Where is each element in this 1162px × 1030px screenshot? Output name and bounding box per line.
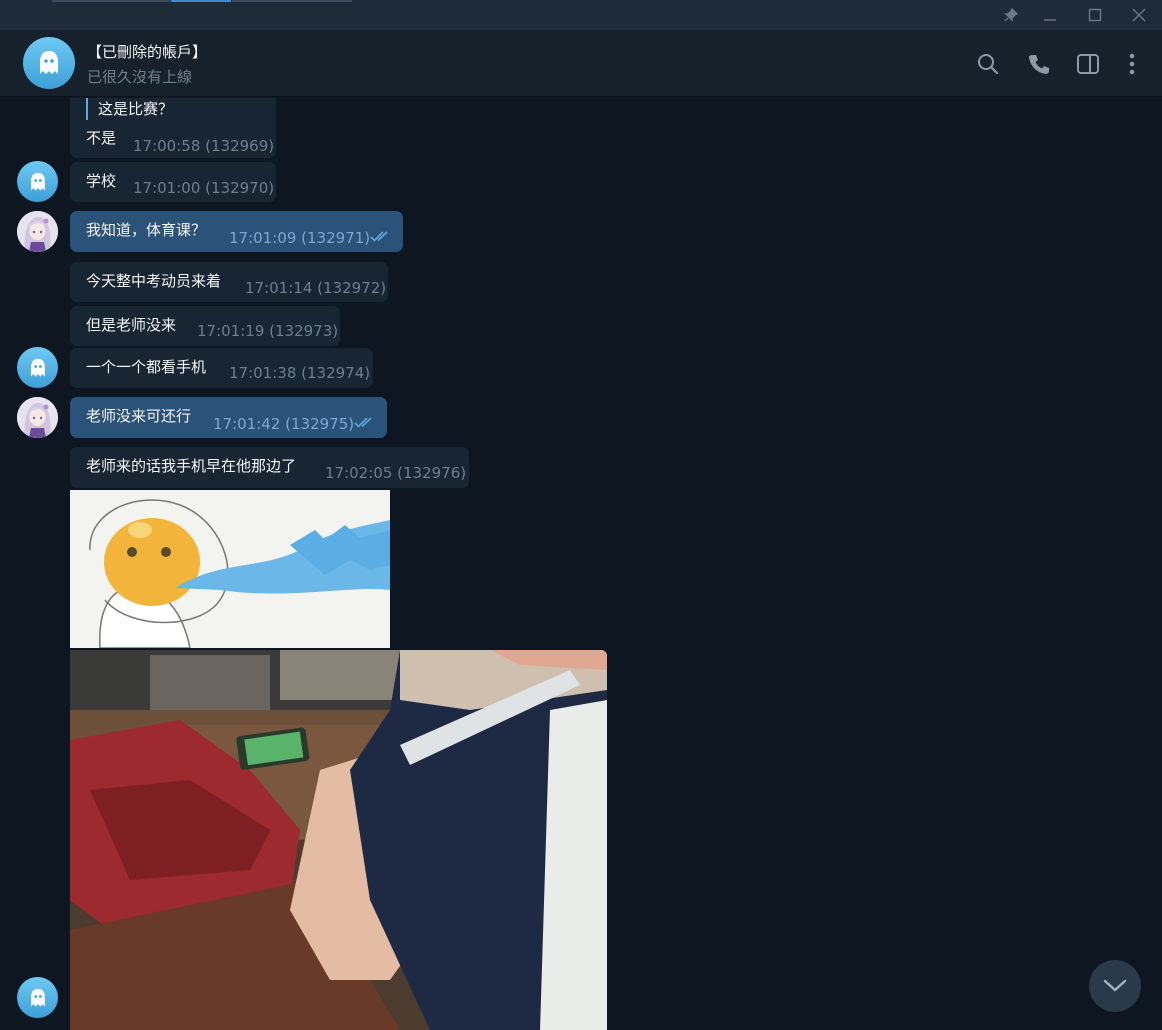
message-list[interactable]: 这是比赛？ 不是 17:00:58 (132969) 学校 17:01:00 (… <box>0 98 1162 1030</box>
sender-avatar[interactable] <box>17 977 58 1018</box>
window-title-bar <box>0 0 1162 30</box>
message-time: 17:01:09 (132971) <box>229 229 371 247</box>
chat-avatar[interactable] <box>23 37 75 89</box>
message-time: 17:00:58 (132969) <box>133 137 275 155</box>
minimize-icon[interactable] <box>1028 0 1072 30</box>
reply-quote-bar <box>86 98 88 120</box>
search-icon[interactable] <box>971 47 1005 81</box>
tab-indicator-active <box>171 0 231 2</box>
message-time: 17:01:19 (132973) <box>197 322 339 340</box>
message-text: 一个一个都看手机 <box>86 358 207 376</box>
message-bubble[interactable]: 学校 17:01:00 (132970) <box>70 162 276 202</box>
ghost-icon <box>30 988 45 1006</box>
message-time: 17:01:42 (132975) <box>213 415 355 433</box>
read-receipt-icon <box>370 231 388 242</box>
message-text: 不是 <box>86 129 117 147</box>
reply-quote-text[interactable]: 这是比赛？ <box>98 99 173 119</box>
read-receipt-icon <box>354 417 372 428</box>
sidebar-toggle-icon[interactable] <box>1071 47 1105 81</box>
message-text: 但是老师没来 <box>86 316 177 334</box>
chevron-down-icon <box>1103 979 1127 992</box>
sender-avatar[interactable] <box>17 347 58 388</box>
message-bubble[interactable]: 但是老师没来 17:01:19 (132973) <box>70 306 340 346</box>
message-bubble[interactable]: 老师来的话我手机早在他那边了 17:02:05 (132976) <box>70 447 469 488</box>
photo-image[interactable] <box>70 650 607 1030</box>
tab-indicator <box>232 0 352 2</box>
message-text: 老师没来可还行 <box>86 407 192 425</box>
pin-icon[interactable] <box>989 0 1033 30</box>
message-bubble[interactable]: 这是比赛？ 不是 17:00:58 (132969) <box>70 98 276 158</box>
message-time: 17:01:00 (132970) <box>133 179 275 197</box>
phone-icon[interactable] <box>1022 47 1056 81</box>
chat-title[interactable]: 【已刪除的帳戶】 <box>87 41 207 62</box>
close-icon[interactable] <box>1117 0 1161 30</box>
message-text: 我知道，体育课？ <box>86 221 207 239</box>
message-time: 17:01:14 (132972) <box>245 279 387 297</box>
tab-indicator <box>52 0 170 2</box>
message-time: 17:02:05 (132976) <box>325 464 467 482</box>
my-avatar[interactable] <box>17 397 58 438</box>
scroll-to-bottom-button[interactable] <box>1089 960 1141 1012</box>
sender-avatar[interactable] <box>17 161 58 202</box>
message-text: 今天整中考动员来着 <box>86 272 222 290</box>
chat-status: 已很久沒有上線 <box>87 68 193 86</box>
message-bubble-outgoing[interactable]: 老师没来可还行 17:01:42 (132975) <box>70 397 387 438</box>
more-icon[interactable] <box>1115 47 1149 81</box>
ghost-icon <box>30 358 45 376</box>
message-time: 17:01:38 (132974) <box>229 364 371 382</box>
message-bubble-outgoing[interactable]: 我知道，体育课？ 17:01:09 (132971) <box>70 211 403 252</box>
my-avatar[interactable] <box>17 211 58 252</box>
sticker-image[interactable] <box>70 490 390 648</box>
ghost-icon <box>40 51 58 74</box>
message-text: 学校 <box>86 172 117 190</box>
maximize-icon[interactable] <box>1073 0 1117 30</box>
chat-header: 【已刪除的帳戶】 已很久沒有上線 <box>0 30 1162 97</box>
message-bubble[interactable]: 今天整中考动员来着 17:01:14 (132972) <box>70 262 388 302</box>
message-text: 老师来的话我手机早在他那边了 <box>86 457 297 475</box>
ghost-icon <box>30 172 45 190</box>
message-bubble[interactable]: 一个一个都看手机 17:01:38 (132974) <box>70 348 373 388</box>
